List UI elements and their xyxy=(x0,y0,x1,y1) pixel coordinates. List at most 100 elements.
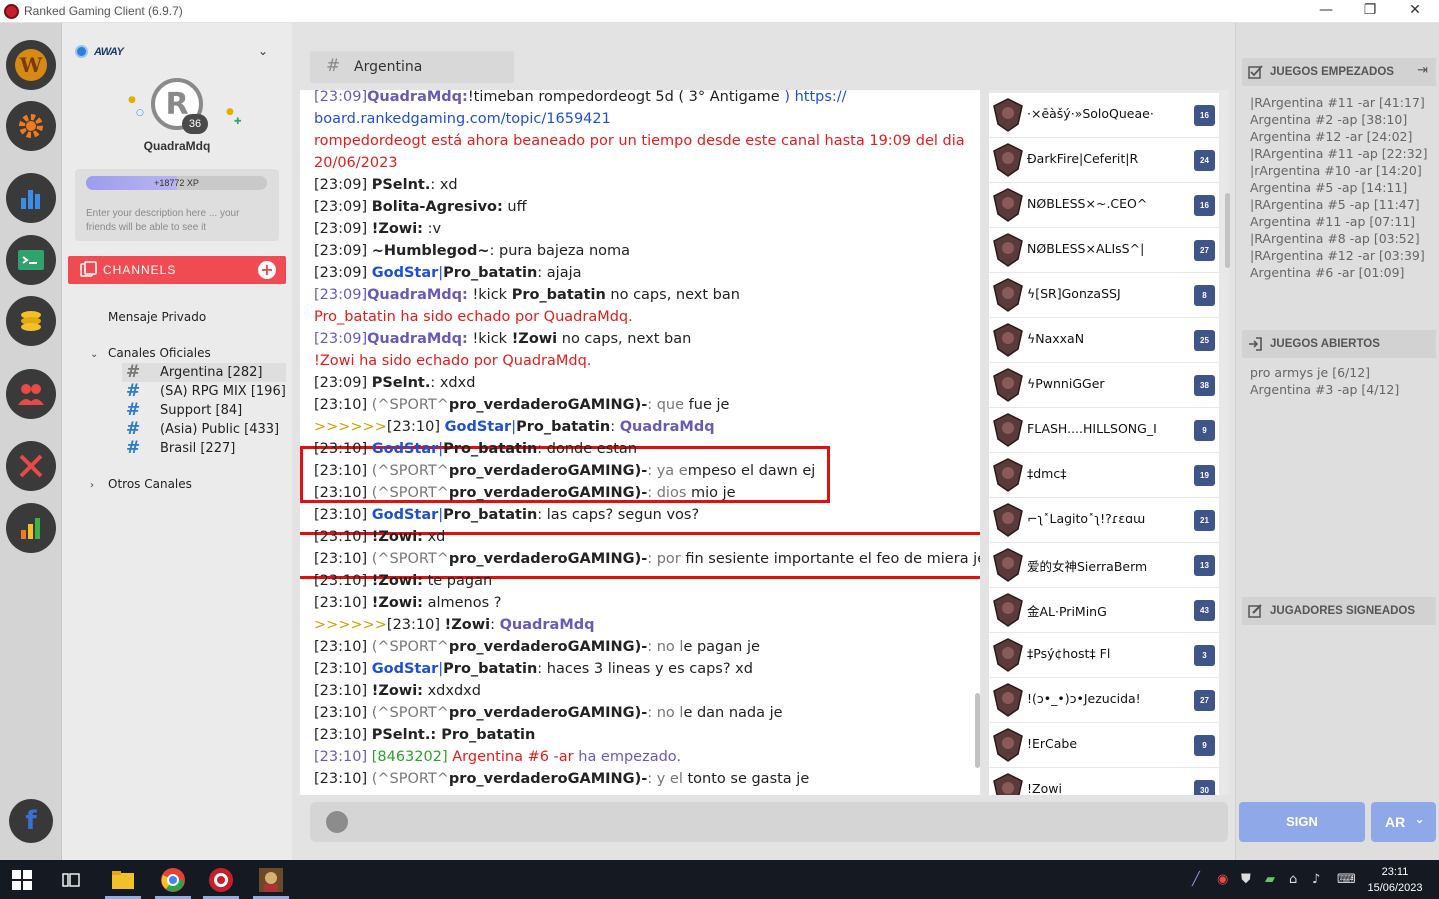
warcraft-icon[interactable]: W xyxy=(6,40,56,90)
chat-fragment[interactable]: board.rankedgaming.com/topic/1659421 xyxy=(314,111,611,127)
user-row[interactable]: !ErCabe 9 xyxy=(989,723,1219,767)
file-explorer-icon[interactable] xyxy=(110,867,136,893)
friends-icon[interactable] xyxy=(6,369,56,419)
game-item[interactable]: pro armys je [6/12] xyxy=(1250,364,1399,381)
chrome-icon[interactable] xyxy=(160,867,186,893)
user-row[interactable]: ⌐ʅ˟Lagito˟ʅ!?ɾɛɑɯ 21 xyxy=(989,498,1219,542)
game-item[interactable]: Argentina #6 -ar [01:09] xyxy=(1250,264,1428,281)
user-row[interactable]: ϟ[SR]GonzaSSJ 8 xyxy=(989,273,1219,317)
channel-item[interactable]: # Argentina [282] xyxy=(122,363,286,382)
channel-item[interactable]: # (Asia) Public [433] xyxy=(122,420,286,439)
user-row[interactable]: NØBLESS×ALIsS^| 27 xyxy=(989,228,1219,272)
ranked-tray-icon[interactable]: ◉ xyxy=(1217,872,1228,887)
game-app-icon[interactable] xyxy=(258,867,284,893)
rank-shield-icon xyxy=(993,323,1023,357)
shield-tray-icon[interactable]: ⛊ xyxy=(1241,872,1251,887)
swords-icon[interactable] xyxy=(6,441,56,491)
user-row[interactable]: ·×ēàšý·»SoloQueae· 16 xyxy=(989,93,1219,137)
coins-icon[interactable] xyxy=(6,296,56,346)
chat-fragment: [23:10] xyxy=(314,705,372,721)
sparkle-icon: ● xyxy=(226,107,234,117)
user-row[interactable]: !(ↄ•_•)ↄ•Jezucida! 27 xyxy=(989,678,1219,722)
network-icon[interactable]: ⌂ xyxy=(1289,872,1297,887)
chat-fragment: GodStar xyxy=(371,441,439,457)
channel-item[interactable]: # Brasil [227] xyxy=(122,439,286,458)
user-name: !Zowi xyxy=(1027,781,1062,795)
user-row[interactable]: FLASH....HILLSONG_I 9 xyxy=(989,408,1219,452)
channel-item[interactable]: # Support [84] xyxy=(122,401,286,420)
user-row[interactable]: NØBLESS×~.CEO^ 16 xyxy=(989,183,1219,227)
chat-scrollbar[interactable] xyxy=(975,693,980,768)
other-channels-group[interactable]: › Otros Canales xyxy=(90,477,192,491)
user-row[interactable]: ‡dmc‡ 19 xyxy=(989,453,1219,497)
close-button[interactable]: ✕ xyxy=(1392,0,1438,23)
message-input[interactable] xyxy=(360,808,1210,836)
emoji-icon[interactable] xyxy=(326,811,348,833)
user-name: ‡Psý¢host‡ Fl xyxy=(1027,646,1111,661)
chat-fragment: : haces 3 lineas y es caps? xd xyxy=(537,661,753,677)
volume-icon[interactable]: ♪ xyxy=(1312,872,1320,887)
pen-icon[interactable]: ╱ xyxy=(1192,872,1200,887)
chat-fragment: :v xyxy=(422,221,442,237)
game-item[interactable]: Argentina #12 -ar [24:02] xyxy=(1250,128,1428,145)
chat-fragment: ha empezado. xyxy=(573,749,682,765)
chat-fragment: !kick xyxy=(467,287,512,303)
icon-rail: W f xyxy=(0,23,62,860)
description-box[interactable]: +18772 XP Enter your description here ..… xyxy=(75,169,279,241)
add-channel-button[interactable]: + xyxy=(258,261,276,279)
official-channels-group[interactable]: ⌄ Canales Oficiales xyxy=(90,346,211,360)
keyboard-icon[interactable]: ⌨ xyxy=(1337,872,1356,887)
game-item[interactable]: |RArgentina #11 -ar [41:17] xyxy=(1250,94,1428,111)
restore-button[interactable]: ❐ xyxy=(1347,0,1393,23)
user-row[interactable]: !Zowi 30 xyxy=(989,768,1219,795)
ladder-chart-icon[interactable] xyxy=(6,503,56,553)
minimize-button[interactable]: — xyxy=(1303,0,1349,23)
chat-fragment: [23:10] xyxy=(314,485,372,501)
expand-icon[interactable]: ⇥ xyxy=(1417,63,1428,78)
sign-button[interactable]: SIGN xyxy=(1239,802,1365,842)
sparkle-icon: ✚ xyxy=(234,117,242,127)
game-item[interactable]: Argentina #5 -ap [14:11] xyxy=(1250,179,1428,196)
chat-fragment: PSelnt. xyxy=(371,177,431,193)
console-icon[interactable] xyxy=(6,235,56,285)
user-row[interactable]: ϟNaxxaN 25 xyxy=(989,318,1219,362)
language-select[interactable]: AR ⌄ xyxy=(1371,802,1436,842)
description-placeholder[interactable]: Enter your description here ... your fri… xyxy=(86,207,271,235)
game-item[interactable]: Argentina #11 -ap [07:11] xyxy=(1250,213,1428,230)
user-row[interactable]: 金AL·PriMinG 43 xyxy=(989,588,1219,632)
status-indicator-icon[interactable] xyxy=(75,45,88,58)
ranked-gaming-client-icon[interactable] xyxy=(208,867,234,893)
game-item[interactable]: Argentina #2 -ap [38:10] xyxy=(1250,111,1428,128)
game-item[interactable]: |rArgentina #10 -ar [14:20] xyxy=(1250,162,1428,179)
game-item[interactable]: |RArgentina #11 -ap [22:32] xyxy=(1250,145,1428,162)
open-games-list: pro armys je [6/12] Argentina #3 -ap [4/1… xyxy=(1250,364,1399,398)
game-item[interactable]: |RArgentina #5 -ap [11:47] xyxy=(1250,196,1428,213)
channel-item[interactable]: # (SA) RPG MIX [196] xyxy=(122,382,286,401)
windows-start-icon[interactable] xyxy=(12,870,32,890)
user-row[interactable]: ϟPwnniGGer 38 xyxy=(989,363,1219,407)
user-row[interactable]: ‡Psý¢host‡ Fl 3 xyxy=(989,633,1219,677)
game-item[interactable]: |RArgentina #8 -ap [03:52] xyxy=(1250,230,1428,247)
user-row[interactable]: ÐarkFire|Ceferit|R 24 xyxy=(989,138,1219,182)
game-item[interactable]: Argentina #3 -ap [4/12] xyxy=(1250,381,1399,398)
chat-log[interactable]: [23:09]QuadraMdq:!timeban rompedordeogt … xyxy=(300,90,980,795)
windows-taskbar: ╱ ◉ ⛊ ▰ ⌂ ♪ ⌨ 23:11 15/06/2023 xyxy=(0,860,1439,899)
clock[interactable]: 23:11 15/06/2023 xyxy=(1360,864,1430,896)
user-list-scrollbar[interactable] xyxy=(1225,193,1230,268)
game-item[interactable]: |RArgentina #12 -ar [03:39] xyxy=(1250,247,1428,264)
user-name: !ErCabe xyxy=(1027,736,1078,751)
status-dropdown-chevron-icon[interactable]: ⌄ xyxy=(258,44,268,58)
stats-chart-icon[interactable] xyxy=(6,173,56,223)
chat-fragment: !Zowi: xyxy=(371,529,423,545)
status-label[interactable]: AWAY xyxy=(94,46,124,58)
settings-gear-icon[interactable] xyxy=(6,101,56,151)
user-row[interactable]: 爱的女神SierraBerm 13 xyxy=(989,543,1219,587)
task-view-icon[interactable] xyxy=(62,871,80,889)
user-list[interactable]: ·×ēàšý·»SoloQueae· 16 ÐarkFire|Ceferit|R 24… xyxy=(989,90,1229,795)
nvidia-tray-icon[interactable]: ▰ xyxy=(1265,872,1275,887)
rank-shield-icon xyxy=(993,368,1023,402)
facebook-icon[interactable]: f xyxy=(9,799,53,843)
chat-message: [23:10] GodStar|Pro_batatin: las caps? s… xyxy=(314,504,976,526)
private-message-item[interactable]: Mensaje Privado xyxy=(108,310,206,324)
chat-message: >>>>>>[23:10] GodStar|Pro_batatin: Quadr… xyxy=(314,416,976,438)
